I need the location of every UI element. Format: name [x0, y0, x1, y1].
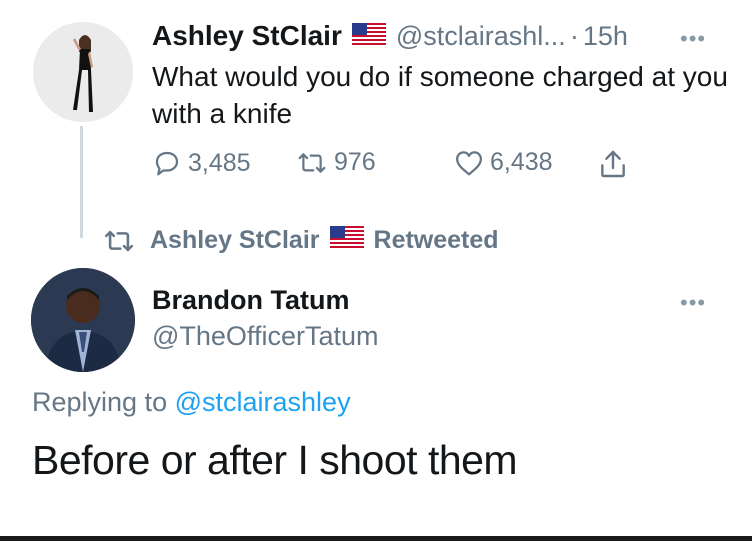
heart-icon: [456, 150, 482, 175]
thread-connector-line: [80, 126, 83, 238]
profile-photo: [31, 268, 135, 372]
retweeted-label: Retweeted: [373, 226, 499, 254]
retweeted-banner: Ashley StClair Retweeted: [100, 226, 499, 255]
tweet-text: What would you do if someone charged at …: [152, 61, 728, 129]
retweet-button[interactable]: 976: [296, 148, 376, 177]
user-handle[interactable]: @TheOfficerTatum: [152, 321, 378, 352]
retweeter-name[interactable]: Ashley StClair: [150, 226, 320, 255]
separator-dot: ·: [569, 20, 579, 51]
avatar-ashley[interactable]: [33, 22, 133, 122]
us-flag-icon: [329, 226, 364, 255]
like-count: 6,438: [490, 148, 553, 176]
replying-to-line: Replying to @stclairashley: [32, 387, 351, 418]
display-name[interactable]: Brandon Tatum: [152, 285, 350, 316]
avatar-brandon[interactable]: [31, 268, 135, 372]
tweet-timestamp[interactable]: 15h: [583, 21, 628, 52]
reply-count: 3,485: [188, 148, 251, 177]
profile-photo: [33, 22, 133, 122]
replying-prefix: Replying to: [32, 387, 168, 417]
tweet-header: Ashley StClair @stclairashl... · 15h: [152, 18, 628, 54]
more-horizontal-icon[interactable]: •••: [680, 290, 706, 316]
reply-icon: [155, 151, 179, 176]
like-button[interactable]: 6,438: [454, 148, 553, 177]
us-flag-icon: [351, 22, 386, 50]
share-icon: [601, 150, 625, 178]
reply-tweet-text: Before or after I shoot them: [32, 437, 518, 483]
more-horizontal-icon[interactable]: •••: [680, 26, 706, 52]
retweet-icon: [105, 230, 133, 251]
bottom-border: [0, 536, 752, 541]
retweet-count: 976: [334, 148, 376, 176]
display-name[interactable]: Ashley StClair: [152, 20, 342, 52]
reply-button[interactable]: 3,485: [152, 148, 251, 178]
share-button[interactable]: [598, 148, 634, 180]
retweet-icon: [298, 152, 326, 173]
mention-link[interactable]: @stclairashley: [175, 387, 351, 417]
user-handle[interactable]: @stclairashl...: [396, 21, 566, 52]
